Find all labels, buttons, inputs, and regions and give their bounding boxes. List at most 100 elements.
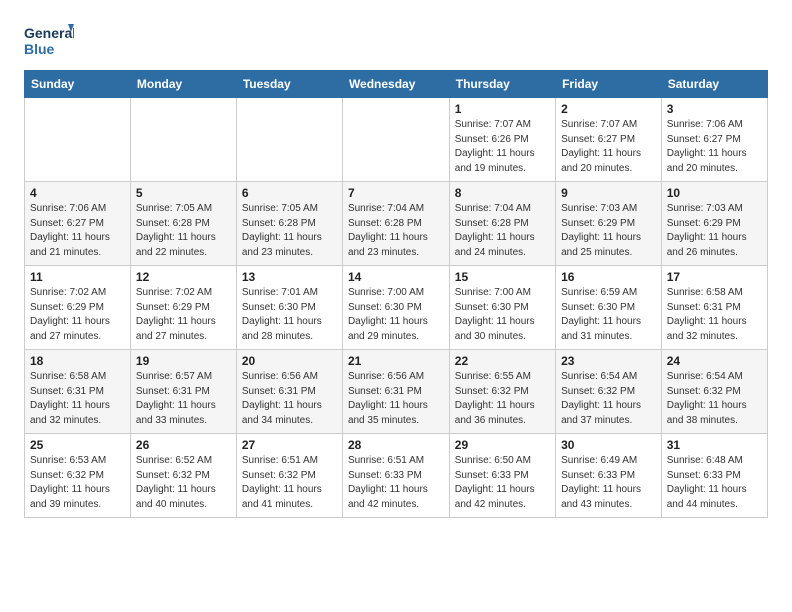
day-info: Sunrise: 7:06 AM Sunset: 6:27 PM Dayligh… bbox=[667, 118, 762, 176]
calendar-cell: 12 Sunrise: 7:02 AM Sunset: 6:29 PM Dayli… bbox=[130, 266, 236, 350]
day-info: Sunrise: 7:01 AM Sunset: 6:30 PM Dayligh… bbox=[242, 286, 337, 344]
day-number: 15 bbox=[455, 270, 550, 284]
day-number: 31 bbox=[667, 438, 762, 452]
weekday-header-row: SundayMondayTuesdayWednesdayThursdayFrid… bbox=[25, 71, 768, 98]
calendar-cell bbox=[130, 98, 236, 182]
weekday-header-tuesday: Tuesday bbox=[236, 71, 342, 98]
calendar-cell: 3Sunrise: 7:06 AM Sunset: 6:27 PM Daylig… bbox=[661, 98, 767, 182]
calendar-cell: 11 Sunrise: 7:02 AM Sunset: 6:29 PM Dayli… bbox=[25, 266, 131, 350]
day-info: Sunrise: 6:53 AM Sunset: 6:32 PM Dayligh… bbox=[30, 454, 125, 512]
day-info: Sunrise: 6:58 AM Sunset: 6:31 PM Dayligh… bbox=[30, 370, 125, 428]
week-row-2: 4Sunrise: 7:06 AM Sunset: 6:27 PM Daylig… bbox=[25, 182, 768, 266]
day-number: 5 bbox=[136, 186, 231, 200]
day-info: Sunrise: 6:56 AM Sunset: 6:31 PM Dayligh… bbox=[348, 370, 444, 428]
day-number: 8 bbox=[455, 186, 550, 200]
calendar-cell: 28Sunrise: 6:51 AM Sunset: 6:33 PM Dayli… bbox=[342, 434, 449, 518]
day-info: Sunrise: 6:49 AM Sunset: 6:33 PM Dayligh… bbox=[561, 454, 656, 512]
day-number: 13 bbox=[242, 270, 337, 284]
day-info: Sunrise: 6:52 AM Sunset: 6:32 PM Dayligh… bbox=[136, 454, 231, 512]
week-row-4: 18 Sunrise: 6:58 AM Sunset: 6:31 PM Dayli… bbox=[25, 350, 768, 434]
day-info: Sunrise: 6:51 AM Sunset: 6:32 PM Dayligh… bbox=[242, 454, 337, 512]
day-info: Sunrise: 6:50 AM Sunset: 6:33 PM Dayligh… bbox=[455, 454, 550, 512]
day-info: Sunrise: 6:59 AM Sunset: 6:30 PM Dayligh… bbox=[561, 286, 656, 344]
day-info: Sunrise: 7:03 AM Sunset: 6:29 PM Dayligh… bbox=[561, 202, 656, 260]
calendar-table: SundayMondayTuesdayWednesdayThursdayFrid… bbox=[24, 70, 768, 518]
day-info: Sunrise: 7:04 AM Sunset: 6:28 PM Dayligh… bbox=[455, 202, 550, 260]
day-info: Sunrise: 7:06 AM Sunset: 6:27 PM Dayligh… bbox=[30, 202, 125, 260]
day-info: Sunrise: 6:58 AM Sunset: 6:31 PM Dayligh… bbox=[667, 286, 762, 344]
day-info: Sunrise: 6:54 AM Sunset: 6:32 PM Dayligh… bbox=[561, 370, 656, 428]
calendar-cell: 23Sunrise: 6:54 AM Sunset: 6:32 PM Dayli… bbox=[556, 350, 662, 434]
calendar-cell: 13 Sunrise: 7:01 AM Sunset: 6:30 PM Dayli… bbox=[236, 266, 342, 350]
calendar-cell: 19 Sunrise: 6:57 AM Sunset: 6:31 PM Dayli… bbox=[130, 350, 236, 434]
calendar-cell bbox=[342, 98, 449, 182]
calendar-cell: 16 Sunrise: 6:59 AM Sunset: 6:30 PM Dayli… bbox=[556, 266, 662, 350]
logo-svg: General Blue bbox=[24, 20, 74, 60]
week-row-5: 25 Sunrise: 6:53 AM Sunset: 6:32 PM Dayli… bbox=[25, 434, 768, 518]
day-number: 17 bbox=[667, 270, 762, 284]
weekday-header-friday: Friday bbox=[556, 71, 662, 98]
day-info: Sunrise: 7:03 AM Sunset: 6:29 PM Dayligh… bbox=[667, 202, 762, 260]
day-info: Sunrise: 6:56 AM Sunset: 6:31 PM Dayligh… bbox=[242, 370, 337, 428]
day-number: 1 bbox=[455, 102, 550, 116]
day-number: 19 bbox=[136, 354, 231, 368]
week-row-1: 1 Sunrise: 7:07 AM Sunset: 6:26 PM Daylig… bbox=[25, 98, 768, 182]
calendar-cell: 18 Sunrise: 6:58 AM Sunset: 6:31 PM Dayli… bbox=[25, 350, 131, 434]
calendar-cell: 17 Sunrise: 6:58 AM Sunset: 6:31 PM Dayli… bbox=[661, 266, 767, 350]
day-info: Sunrise: 6:54 AM Sunset: 6:32 PM Dayligh… bbox=[667, 370, 762, 428]
calendar-cell: 1 Sunrise: 7:07 AM Sunset: 6:26 PM Daylig… bbox=[449, 98, 555, 182]
day-info: Sunrise: 6:57 AM Sunset: 6:31 PM Dayligh… bbox=[136, 370, 231, 428]
calendar-cell bbox=[236, 98, 342, 182]
calendar-cell: 7Sunrise: 7:04 AM Sunset: 6:28 PM Daylig… bbox=[342, 182, 449, 266]
day-number: 18 bbox=[30, 354, 125, 368]
calendar-cell: 22Sunrise: 6:55 AM Sunset: 6:32 PM Dayli… bbox=[449, 350, 555, 434]
day-info: Sunrise: 7:07 AM Sunset: 6:27 PM Dayligh… bbox=[561, 118, 656, 176]
calendar-cell: 9 Sunrise: 7:03 AM Sunset: 6:29 PM Daylig… bbox=[556, 182, 662, 266]
calendar-cell bbox=[25, 98, 131, 182]
calendar-cell: 20Sunrise: 6:56 AM Sunset: 6:31 PM Dayli… bbox=[236, 350, 342, 434]
day-number: 26 bbox=[136, 438, 231, 452]
day-info: Sunrise: 6:48 AM Sunset: 6:33 PM Dayligh… bbox=[667, 454, 762, 512]
day-number: 11 bbox=[30, 270, 125, 284]
day-number: 7 bbox=[348, 186, 444, 200]
svg-text:General: General bbox=[24, 25, 74, 41]
day-info: Sunrise: 7:00 AM Sunset: 6:30 PM Dayligh… bbox=[348, 286, 444, 344]
day-info: Sunrise: 7:07 AM Sunset: 6:26 PM Dayligh… bbox=[455, 118, 550, 176]
day-info: Sunrise: 6:51 AM Sunset: 6:33 PM Dayligh… bbox=[348, 454, 444, 512]
day-number: 14 bbox=[348, 270, 444, 284]
calendar-cell: 31 Sunrise: 6:48 AM Sunset: 6:33 PM Dayli… bbox=[661, 434, 767, 518]
day-number: 29 bbox=[455, 438, 550, 452]
calendar-cell: 2 Sunrise: 7:07 AM Sunset: 6:27 PM Daylig… bbox=[556, 98, 662, 182]
day-number: 9 bbox=[561, 186, 656, 200]
day-number: 25 bbox=[30, 438, 125, 452]
day-info: Sunrise: 7:02 AM Sunset: 6:29 PM Dayligh… bbox=[30, 286, 125, 344]
calendar-cell: 26 Sunrise: 6:52 AM Sunset: 6:32 PM Dayli… bbox=[130, 434, 236, 518]
header: General Blue bbox=[24, 20, 768, 60]
day-info: Sunrise: 7:05 AM Sunset: 6:28 PM Dayligh… bbox=[136, 202, 231, 260]
day-number: 12 bbox=[136, 270, 231, 284]
calendar-cell: 21 Sunrise: 6:56 AM Sunset: 6:31 PM Dayli… bbox=[342, 350, 449, 434]
logo: General Blue bbox=[24, 20, 74, 60]
calendar-cell: 5 Sunrise: 7:05 AM Sunset: 6:28 PM Daylig… bbox=[130, 182, 236, 266]
calendar-cell: 10 Sunrise: 7:03 AM Sunset: 6:29 PM Dayli… bbox=[661, 182, 767, 266]
day-number: 10 bbox=[667, 186, 762, 200]
day-number: 22 bbox=[455, 354, 550, 368]
day-info: Sunrise: 7:05 AM Sunset: 6:28 PM Dayligh… bbox=[242, 202, 337, 260]
calendar-cell: 29 Sunrise: 6:50 AM Sunset: 6:33 PM Dayli… bbox=[449, 434, 555, 518]
day-number: 21 bbox=[348, 354, 444, 368]
day-number: 30 bbox=[561, 438, 656, 452]
calendar-cell: 4Sunrise: 7:06 AM Sunset: 6:27 PM Daylig… bbox=[25, 182, 131, 266]
weekday-header-sunday: Sunday bbox=[25, 71, 131, 98]
day-number: 24 bbox=[667, 354, 762, 368]
calendar-cell: 14 Sunrise: 7:00 AM Sunset: 6:30 PM Dayli… bbox=[342, 266, 449, 350]
day-number: 16 bbox=[561, 270, 656, 284]
day-info: Sunrise: 7:02 AM Sunset: 6:29 PM Dayligh… bbox=[136, 286, 231, 344]
svg-text:Blue: Blue bbox=[24, 41, 55, 57]
week-row-3: 11 Sunrise: 7:02 AM Sunset: 6:29 PM Dayli… bbox=[25, 266, 768, 350]
day-number: 6 bbox=[242, 186, 337, 200]
weekday-header-saturday: Saturday bbox=[661, 71, 767, 98]
day-number: 2 bbox=[561, 102, 656, 116]
day-info: Sunrise: 7:00 AM Sunset: 6:30 PM Dayligh… bbox=[455, 286, 550, 344]
weekday-header-thursday: Thursday bbox=[449, 71, 555, 98]
calendar-cell: 27Sunrise: 6:51 AM Sunset: 6:32 PM Dayli… bbox=[236, 434, 342, 518]
